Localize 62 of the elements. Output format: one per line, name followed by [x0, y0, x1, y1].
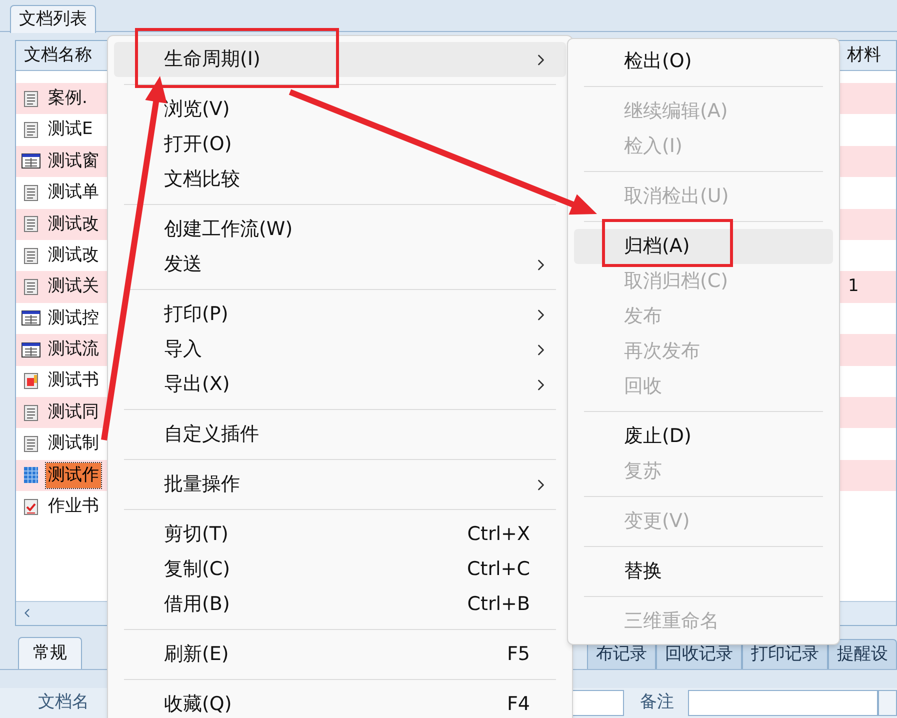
shortcut-text: F5: [506, 642, 530, 668]
shortcut-text: Ctrl+C: [467, 557, 530, 582]
document-icon: [23, 90, 39, 108]
grid-icon: [23, 466, 39, 484]
menu-item[interactable]: 打印(P): [114, 297, 566, 332]
document-icon: [23, 246, 39, 265]
document-icon: [23, 434, 39, 453]
document-name: 测试单: [47, 181, 100, 204]
document-name: 测试控: [47, 306, 100, 330]
field-label: 备注: [640, 691, 674, 714]
checklist-icon: [23, 498, 39, 516]
menu-item[interactable]: 归档(A): [574, 229, 833, 264]
menu-item[interactable]: 导入: [114, 332, 566, 367]
menu-item[interactable]: 导出(X): [114, 367, 566, 402]
document-name: 测试作: [46, 462, 101, 488]
form-icon: [21, 309, 41, 328]
tab[interactable]: 常规: [18, 637, 82, 670]
menu-item[interactable]: 文档比较: [114, 162, 566, 197]
menu-item[interactable]: 发送: [114, 247, 566, 282]
document-icon: [23, 404, 39, 422]
document-icon: [23, 278, 39, 296]
menu-item[interactable]: 自定义插件: [114, 417, 566, 452]
form-icon: [21, 340, 41, 359]
document-name: 案例.: [47, 86, 88, 110]
table-cell: 1: [848, 276, 859, 296]
document-name: 测试书: [47, 369, 100, 392]
menu-item[interactable]: 检出(O): [574, 44, 833, 79]
tab[interactable]: 提醒设: [828, 639, 897, 670]
column-header[interactable]: 文档名称: [16, 41, 108, 70]
remark-field[interactable]: [688, 690, 878, 716]
menu-item[interactable]: 替换: [574, 554, 833, 589]
menu-item[interactable]: 废止(D): [574, 419, 833, 454]
document-name: 测试关: [47, 275, 100, 298]
document-name: 测试同: [47, 400, 100, 424]
panel-tab[interactable]: 文档列表: [10, 5, 96, 33]
document-name: 测试改: [47, 244, 100, 267]
form-icon: [21, 152, 41, 170]
document-name: 测试制: [47, 432, 100, 456]
shortcut-text: Ctrl+B: [467, 592, 530, 618]
document-name: 测试流: [47, 338, 100, 362]
menu-item[interactable]: 生命周期(I): [114, 42, 566, 77]
document-name: 测试改: [47, 212, 100, 236]
menu-item[interactable]: 浏览(V): [114, 92, 566, 127]
menu-item[interactable]: 批量操作: [114, 467, 566, 502]
shortcut-text: F4: [506, 692, 530, 718]
menu-item[interactable]: 创建工作流(W): [114, 212, 566, 247]
menu-item[interactable]: 刷新(E) F5: [114, 637, 566, 672]
shortcut-text: Ctrl+X: [467, 522, 530, 548]
field-button[interactable]: [878, 690, 897, 716]
document-icon: [23, 184, 39, 202]
document-name: 测试窗: [47, 150, 100, 173]
menu-item[interactable]: 打开(O): [114, 127, 566, 162]
document-name: 作业书: [47, 495, 100, 518]
menu-item[interactable]: 复制(C) Ctrl+C: [114, 552, 566, 587]
field-label: 文档名: [38, 691, 89, 714]
menu-item[interactable]: 剪切(T) Ctrl+X: [114, 517, 566, 552]
document-icon: [23, 215, 39, 234]
menu-item[interactable]: 借用(B) Ctrl+B: [114, 587, 566, 622]
document-name: 测试E: [47, 118, 94, 142]
menu-item[interactable]: 收藏(Q) F4: [114, 687, 566, 718]
document-icon: [23, 121, 39, 140]
spreadsheet-icon: [23, 372, 39, 390]
